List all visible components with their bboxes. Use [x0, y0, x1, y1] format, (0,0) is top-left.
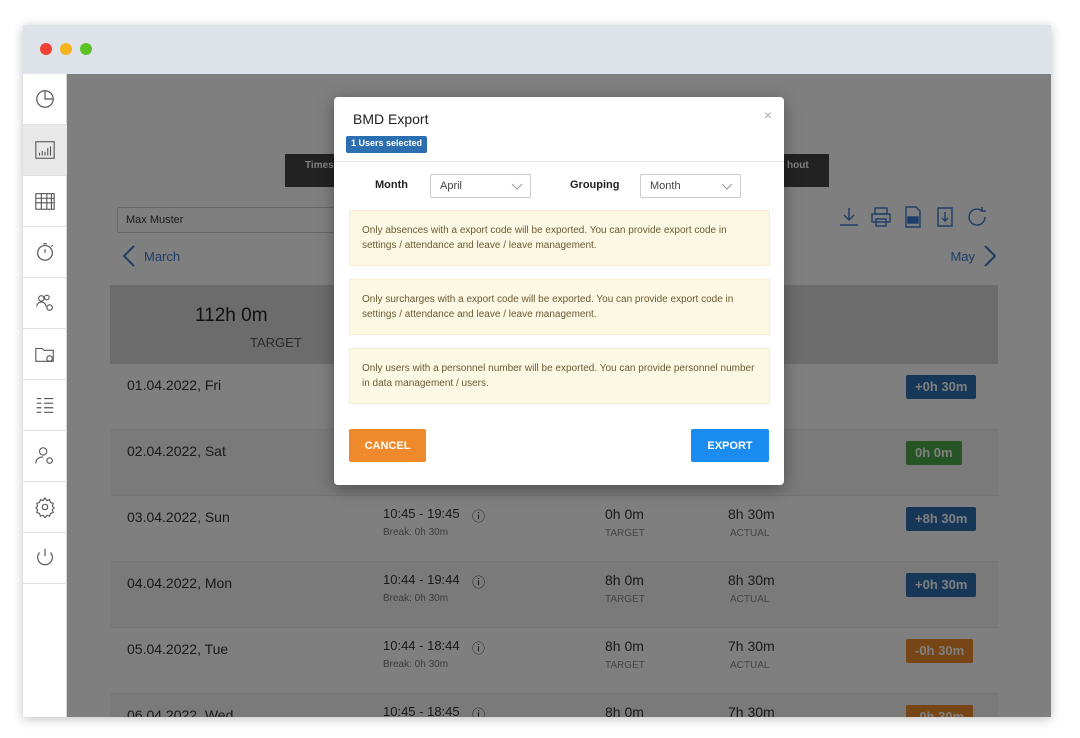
sidebar-item-list[interactable]	[23, 380, 67, 431]
calendar-grid-icon	[35, 193, 55, 210]
pie-chart-icon	[36, 90, 54, 108]
notice-absences: Only absences with a export code will be…	[349, 210, 770, 266]
divider	[334, 161, 784, 162]
minimize-window-button[interactable]	[60, 43, 72, 55]
grouping-select-value: Month	[650, 180, 681, 192]
list-icon	[36, 397, 54, 413]
bar-chart-icon	[35, 141, 55, 159]
title-bar	[23, 25, 1051, 74]
sidebar-item-reports[interactable]	[23, 125, 67, 176]
app-window: Times hout Max Muster March May 112h 0m …	[23, 25, 1051, 717]
sidebar-item-dashboard[interactable]	[23, 74, 67, 125]
close-icon[interactable]: ×	[764, 107, 772, 123]
maximize-window-button[interactable]	[80, 43, 92, 55]
close-window-button[interactable]	[40, 43, 52, 55]
notice-users: Only users with a personnel number will …	[349, 348, 770, 404]
notice-surcharges: Only surcharges with a export code will …	[349, 279, 770, 335]
stopwatch-icon	[37, 243, 54, 261]
month-select-value: April	[440, 180, 463, 192]
sidebar	[23, 74, 67, 717]
sidebar-item-logout[interactable]	[23, 533, 67, 584]
users-selected-badge: 1 Users selected	[346, 136, 428, 153]
month-select[interactable]: April	[430, 174, 531, 198]
dialog-title: BMD Export	[353, 111, 429, 127]
chevron-down-icon	[511, 183, 523, 190]
sidebar-item-users[interactable]	[23, 431, 67, 482]
cancel-button[interactable]: CANCEL	[349, 429, 426, 462]
sidebar-item-timer[interactable]	[23, 227, 67, 278]
chevron-down-icon	[721, 183, 733, 190]
gear-icon	[35, 496, 55, 518]
grouping-select[interactable]: Month	[640, 174, 741, 198]
grouping-label: Grouping	[570, 179, 620, 191]
bmd-export-dialog: BMD Export × 1 Users selected Month Apri…	[334, 97, 784, 485]
power-icon	[37, 548, 53, 566]
sidebar-item-calendar[interactable]	[23, 176, 67, 227]
export-button[interactable]: EXPORT	[691, 429, 769, 462]
sidebar-item-settings[interactable]	[23, 482, 67, 533]
folder-settings-icon	[35, 347, 54, 362]
user-settings-icon	[35, 447, 53, 464]
sidebar-item-team[interactable]	[23, 278, 67, 329]
sidebar-item-projects[interactable]	[23, 329, 67, 380]
users-settings-icon	[36, 294, 53, 311]
month-label: Month	[375, 179, 408, 191]
